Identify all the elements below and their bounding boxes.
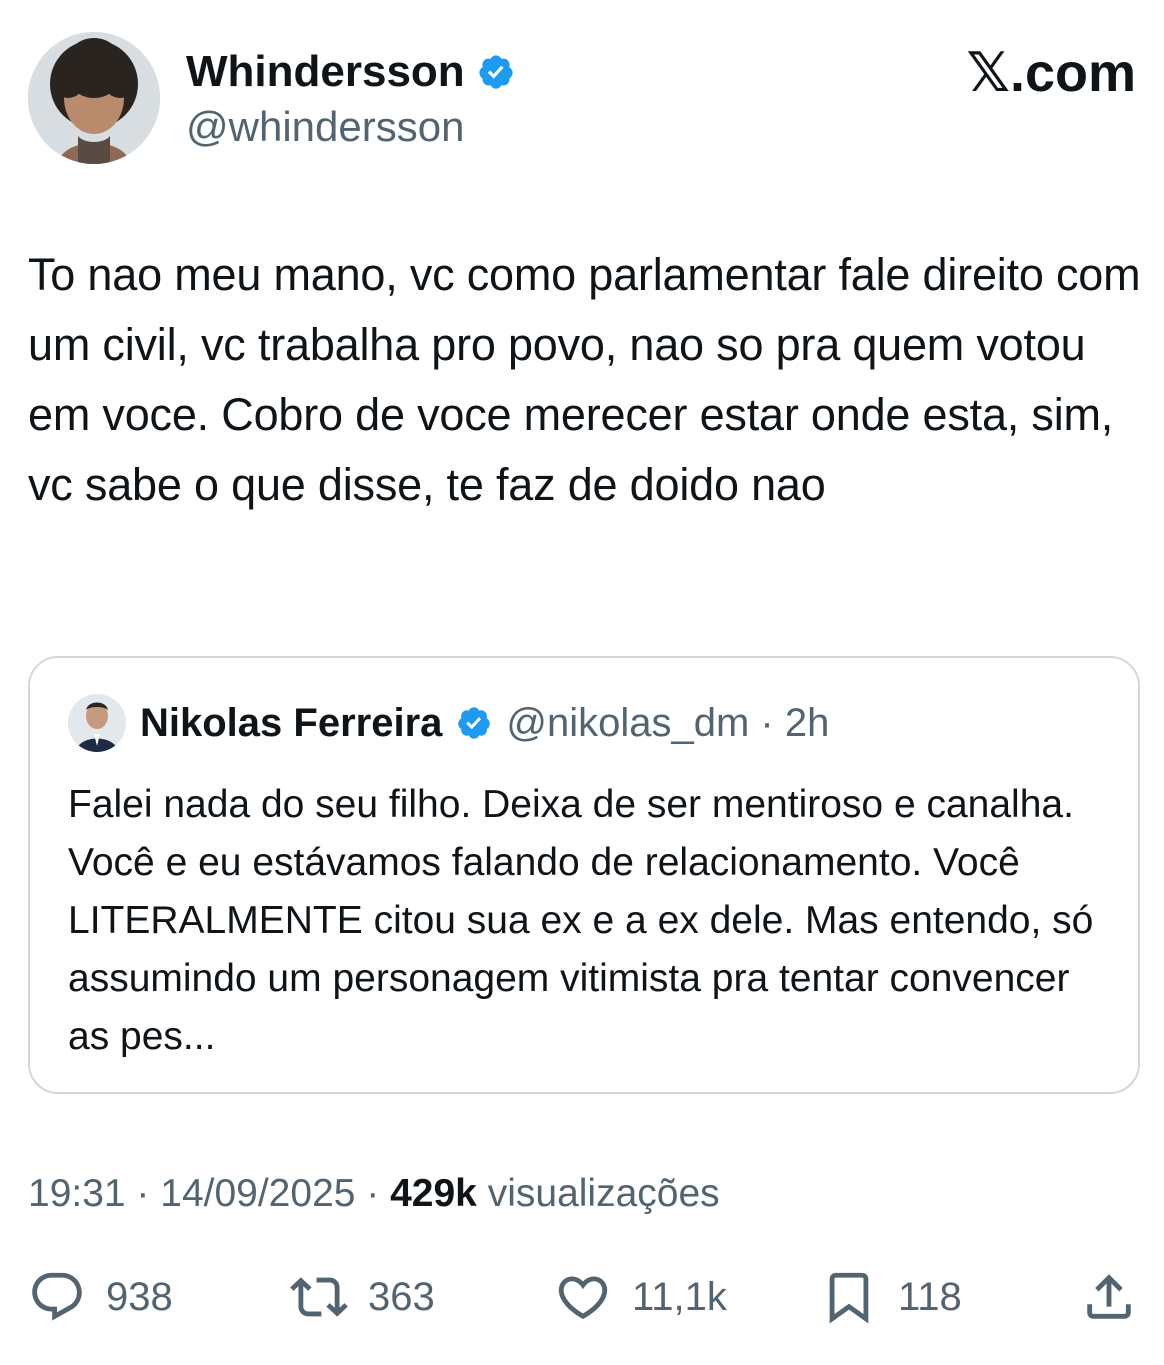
bookmark-count: 118 <box>898 1274 962 1319</box>
quoted-tweet-header: Nikolas Ferreira @nikolas_dm · 2h <box>68 694 829 752</box>
like-count: 11,1k <box>632 1274 727 1319</box>
views-label: visualizações <box>476 1172 720 1215</box>
heart-icon <box>558 1276 608 1320</box>
verified-badge-icon <box>479 55 513 89</box>
share-button[interactable] <box>1080 1262 1138 1332</box>
author-handle[interactable]: @whindersson <box>186 102 464 152</box>
quoted-author-avatar[interactable] <box>68 694 126 752</box>
quoted-tweet-card[interactable]: Nikolas Ferreira @nikolas_dm · 2h Falei … <box>28 656 1140 1094</box>
bookmark-icon <box>829 1272 869 1324</box>
repost-icon <box>290 1277 348 1317</box>
tweet-text: To nao meu mano, vc como parlamentar fal… <box>28 249 1153 510</box>
author-avatar[interactable] <box>28 32 160 164</box>
views-count: 429k <box>390 1172 477 1215</box>
share-icon <box>1087 1274 1131 1319</box>
tweet-meta: 19:31 · 14/09/2025 · 429k visualizações <box>28 1168 720 1220</box>
reply-button[interactable]: 938 <box>28 1262 173 1332</box>
repost-button[interactable]: 363 <box>290 1262 435 1332</box>
quoted-tweet-text: Falei nada do seu filho. Deixa de ser me… <box>68 783 1105 1058</box>
quoted-author-name[interactable]: Nikolas Ferreira <box>140 701 442 746</box>
author-name[interactable]: Whindersson <box>186 46 465 98</box>
bookmark-button[interactable]: 118 <box>820 1262 962 1332</box>
author-name-row[interactable]: Whindersson <box>186 46 515 98</box>
reply-icon <box>32 1272 82 1321</box>
timestamp[interactable]: 19:31 · 14/09/2025 · <box>28 1172 390 1215</box>
action-bar: 938 363 11,1k 118 <box>28 1262 1138 1332</box>
quoted-handle-time[interactable]: @nikolas_dm · 2h <box>506 701 829 746</box>
reply-count: 938 <box>106 1274 173 1319</box>
repost-count: 363 <box>368 1274 435 1319</box>
verified-badge-icon <box>458 707 491 739</box>
like-button[interactable]: 11,1k <box>554 1262 727 1332</box>
site-label: 𝕏.com <box>966 43 1136 103</box>
